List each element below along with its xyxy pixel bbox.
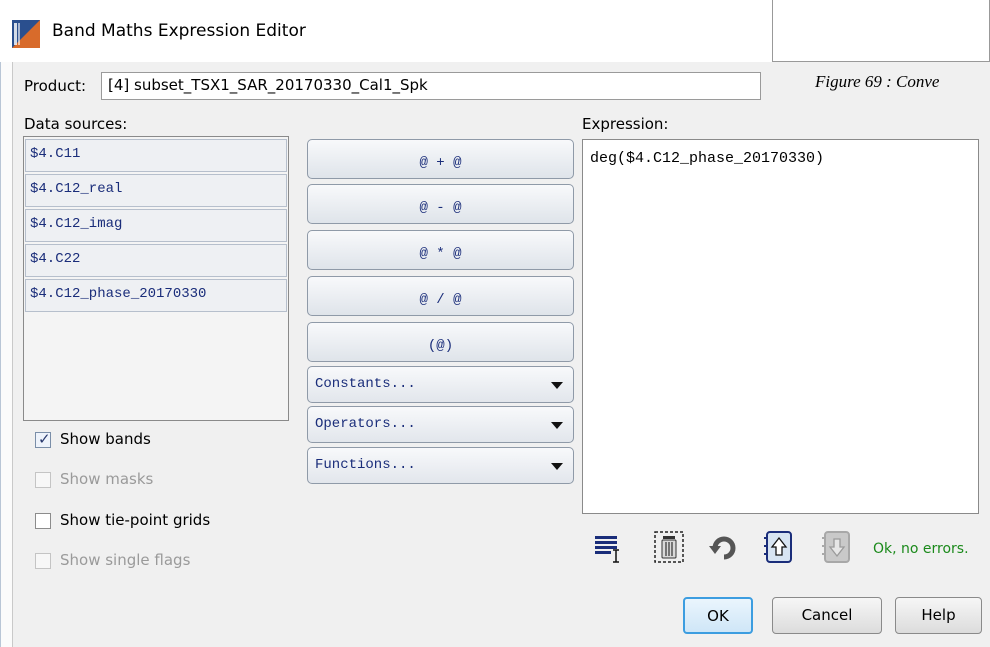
window-frame-edge — [0, 62, 12, 647]
expression-label: Expression: — [582, 115, 669, 133]
document-figure-frame — [772, 0, 990, 62]
cancel-button[interactable]: Cancel — [772, 597, 882, 634]
product-select[interactable]: [4] subset_TSX1_SAR_20170330_Cal1_Spk — [101, 72, 761, 100]
history-up-icon[interactable] — [762, 526, 796, 566]
constants-dropdown[interactable]: Constants... — [307, 366, 574, 403]
delete-icon[interactable] — [652, 526, 686, 566]
data-source-item-c12-imag[interactable]: $4.C12_imag — [25, 209, 287, 242]
chevron-down-icon — [551, 422, 563, 429]
ok-button[interactable]: OK — [683, 597, 753, 634]
document-figure-caption: Figure 69 : Conve — [815, 72, 940, 91]
data-sources-label: Data sources: — [24, 115, 128, 133]
add-operator-label: @ + @ — [419, 155, 462, 171]
functions-dropdown[interactable]: Functions... — [307, 447, 574, 484]
show-bands-label: Show bands — [60, 430, 151, 448]
divide-operator-label: @ / @ — [419, 292, 462, 308]
window-title: Band Maths Expression Editor — [52, 21, 306, 41]
show-bands-checkbox[interactable] — [35, 430, 51, 448]
select-all-icon[interactable] — [592, 526, 626, 566]
show-single-flags-checkbox[interactable] — [35, 553, 51, 569]
subtract-operator-label: @ - @ — [419, 200, 462, 216]
constants-label: Constants... — [315, 376, 416, 392]
multiply-operator-button[interactable]: @ * @ — [307, 230, 574, 270]
functions-label: Functions... — [315, 457, 416, 473]
product-label: Product: — [24, 77, 87, 95]
app-icon — [12, 20, 40, 48]
data-source-item-c12-phase[interactable]: $4.C12_phase_20170330 — [25, 279, 287, 312]
help-button[interactable]: Help — [895, 597, 982, 634]
operators-label: Operators... — [315, 416, 416, 432]
parentheses-button[interactable]: (@) — [307, 322, 574, 362]
expression-textarea[interactable]: deg($4.C12_phase_20170330) — [582, 139, 979, 514]
history-down-icon[interactable] — [820, 526, 854, 566]
multiply-operator-label: @ * @ — [419, 246, 462, 262]
subtract-operator-button[interactable]: @ - @ — [307, 184, 574, 224]
data-source-item-c12-real[interactable]: $4.C12_real — [25, 174, 287, 207]
show-masks-label: Show masks — [60, 470, 154, 488]
status-message: Ok, no errors. — [873, 541, 969, 557]
add-operator-button[interactable]: @ + @ — [307, 139, 574, 179]
data-source-item-c11[interactable]: $4.C11 — [25, 139, 287, 172]
parentheses-label: (@) — [427, 338, 454, 354]
show-tie-point-grids-checkbox[interactable] — [35, 513, 51, 529]
show-single-flags-label: Show single flags — [60, 551, 191, 569]
undo-icon[interactable] — [706, 526, 740, 566]
show-masks-checkbox[interactable] — [35, 472, 51, 488]
show-tie-point-grids-label: Show tie-point grids — [60, 511, 211, 529]
divide-operator-button[interactable]: @ / @ — [307, 276, 574, 316]
data-source-item-c22[interactable]: $4.C22 — [25, 244, 287, 277]
operators-dropdown[interactable]: Operators... — [307, 406, 574, 443]
chevron-down-icon — [551, 463, 563, 470]
chevron-down-icon — [551, 382, 563, 389]
